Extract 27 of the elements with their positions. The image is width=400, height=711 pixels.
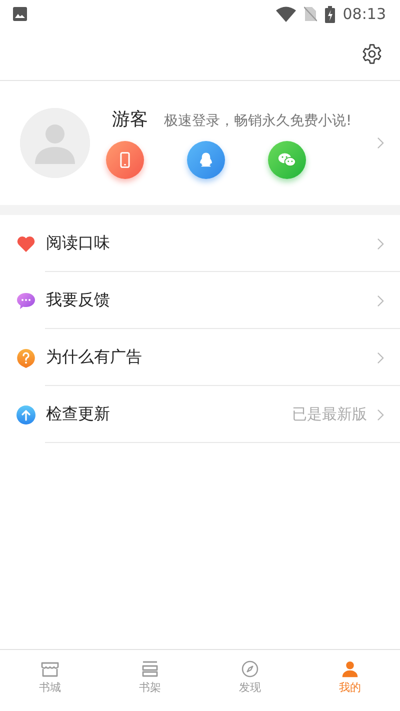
chevron-icon (377, 238, 384, 250)
store-icon (40, 660, 60, 678)
chevron-icon (377, 408, 384, 420)
upload-icon (16, 404, 36, 424)
image-icon (12, 6, 28, 22)
no-sim-icon (304, 6, 317, 22)
clock-time: 08:13 (342, 5, 386, 23)
compass-icon (240, 660, 260, 678)
chevron-icon (377, 294, 384, 306)
chat-bubbles-icon (277, 151, 297, 169)
settings-button[interactable] (361, 43, 383, 65)
penguin-icon (197, 151, 215, 169)
question-icon (16, 348, 36, 368)
chevron-icon (377, 352, 384, 364)
books-icon (140, 660, 160, 678)
wechat-login-button[interactable] (268, 141, 306, 179)
speech-bubble-icon (16, 290, 36, 310)
heart-icon (16, 234, 36, 254)
chevron-icon (377, 137, 384, 149)
version-status: 已是最新版 (292, 405, 367, 424)
qq-login-button[interactable] (187, 141, 225, 179)
phone-login-button[interactable] (106, 141, 144, 179)
user-name: 游客 (112, 108, 148, 131)
wifi-icon (276, 6, 296, 22)
person-icon (340, 660, 360, 678)
battery-icon (324, 6, 335, 22)
login-prompt: 极速登录，畅销永久免费小说! (164, 112, 352, 130)
